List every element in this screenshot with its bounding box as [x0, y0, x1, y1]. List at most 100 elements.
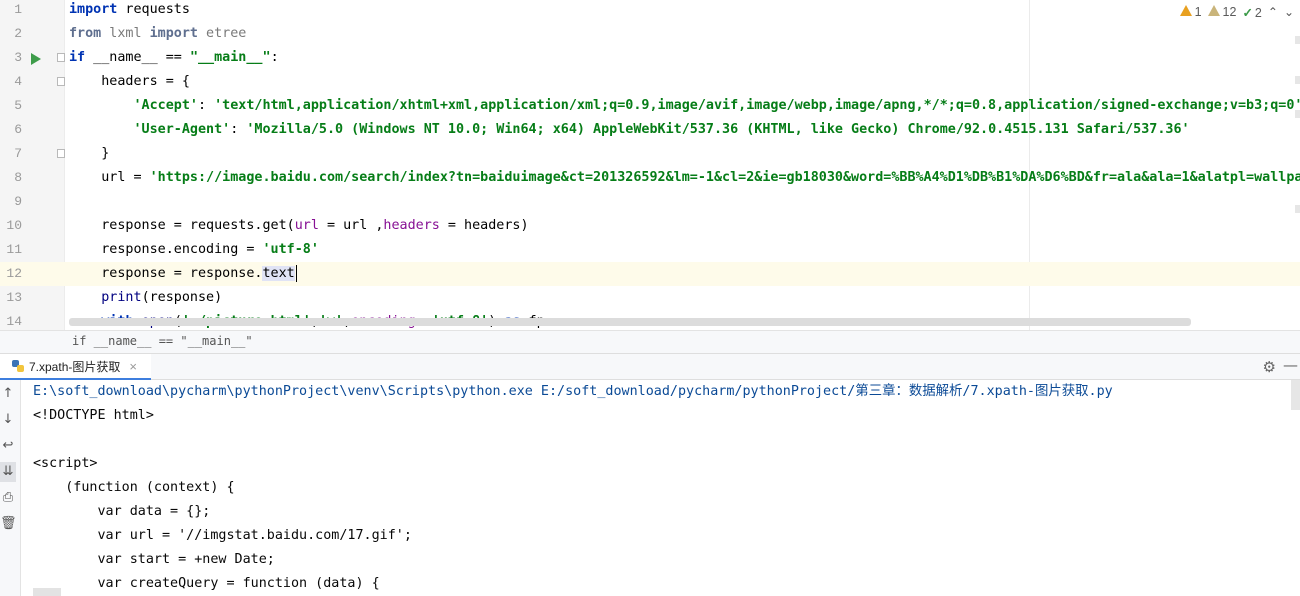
code-editor[interactable]: 1 import requests 2 from lxml import etree 3…	[0, 0, 1300, 330]
code-line[interactable]: 3 if __name__ == "__main__":	[0, 46, 1300, 70]
tab-run-config[interactable]: 7.xpath-图片获取 ×	[0, 354, 151, 380]
line-number[interactable]: 8	[0, 166, 22, 190]
code-line[interactable]: 11 response.encoding = 'utf-8'	[0, 238, 1300, 262]
warning-count: 1	[1194, 5, 1202, 19]
line-number[interactable]: 3	[0, 46, 22, 70]
close-icon[interactable]: ×	[129, 359, 137, 374]
code-text[interactable]: import requests	[69, 0, 190, 22]
rerun-up-icon[interactable]: ↑	[0, 384, 16, 404]
line-number[interactable]: 6	[0, 118, 22, 142]
python-file-icon	[12, 360, 24, 372]
breadcrumb[interactable]: if __name__ == "__main__"	[0, 330, 1300, 353]
print-icon[interactable]: ⎙	[0, 488, 16, 508]
code-token: = url ,	[318, 218, 384, 233]
code-token: = headers)	[439, 218, 529, 233]
console-command-line: E:\soft_download\pycharm\pythonProject\v…	[33, 384, 1113, 399]
run-toolwindow-header: 7.xpath-图片获取 × ⚙ —	[0, 353, 1300, 380]
code-token: "__main__"	[189, 50, 271, 65]
scroll-marker[interactable]	[1295, 36, 1300, 44]
line-number[interactable]: 4	[0, 70, 22, 94]
code-token: if	[69, 50, 86, 65]
line-number[interactable]: 1	[0, 0, 22, 22]
warning-indicator[interactable]: 1	[1179, 5, 1202, 19]
code-text[interactable]: from lxml import etree	[69, 22, 246, 46]
scroll-marker[interactable]	[1295, 76, 1300, 84]
console-output-line: var createQuery = function (data) {	[33, 576, 380, 591]
line-number[interactable]: 9	[0, 190, 22, 214]
code-text[interactable]: response.encoding = 'utf-8'	[69, 238, 319, 262]
line-number[interactable]: 13	[0, 286, 22, 310]
code-line[interactable]: 9	[0, 190, 1300, 214]
code-text[interactable]: if __name__ == "__main__":	[69, 46, 279, 70]
console-vertical-scrollbar[interactable]	[1291, 380, 1300, 410]
chevron-up-icon[interactable]: ⌃	[1268, 5, 1278, 19]
soft-wrap-icon[interactable]: ↩	[0, 436, 16, 456]
trash-icon[interactable]: 🗑	[0, 514, 17, 534]
code-text[interactable]: url = 'https://image.baidu.com/search/in…	[69, 166, 1300, 190]
code-token: 'text/html,application/xhtml+xml,applica…	[214, 98, 1300, 113]
console-toolbar: ↑ ↓ ↩ ⇊ ⎙ 🗑	[0, 380, 21, 596]
run-arrow-icon[interactable]	[31, 53, 41, 65]
fold-icon[interactable]	[57, 149, 65, 158]
minimize-icon[interactable]: —	[1283, 356, 1298, 374]
code-text[interactable]: }	[69, 142, 109, 166]
code-token: 'User-Agent'	[133, 122, 231, 137]
code-token: 'Mozilla/5.0 (Windows NT 10.0; Win64; x6…	[246, 122, 1190, 137]
line-number[interactable]: 2	[0, 22, 22, 46]
code-line[interactable]: 7 }	[0, 142, 1300, 166]
horizontal-scrollbar[interactable]	[69, 318, 1191, 326]
gear-icon[interactable]: ⚙	[1263, 358, 1276, 376]
code-text[interactable]: response = requests.get(url = url ,heade…	[69, 214, 529, 238]
line-number[interactable]: 5	[0, 94, 22, 118]
code-text[interactable]: print(response)	[69, 286, 222, 310]
scroll-to-end-icon[interactable]: ⇊	[0, 462, 16, 482]
down-arrow-icon[interactable]: ↓	[0, 410, 16, 430]
text-caret	[295, 264, 297, 282]
code-line[interactable]: 5 'Accept': 'text/html,application/xhtml…	[0, 94, 1300, 118]
code-text[interactable]: headers = {	[69, 70, 190, 94]
code-token: headers = {	[69, 74, 190, 89]
weak-warning-icon	[1207, 5, 1220, 16]
console-horizontal-scrollbar[interactable]	[33, 588, 61, 596]
code-line[interactable]: 1 import requests	[0, 0, 1300, 22]
code-token: :	[198, 98, 215, 113]
code-token: response.encoding =	[69, 242, 263, 257]
code-token: response = requests.get(	[69, 218, 295, 233]
typo-check-icon: ✓	[1242, 5, 1253, 20]
line-number[interactable]: 7	[0, 142, 22, 166]
code-token: url	[294, 218, 319, 233]
code-token: 'https://image.baidu.com/search/index?tn…	[149, 170, 1300, 185]
line-number[interactable]: 11	[0, 238, 22, 262]
line-number[interactable]: 12	[0, 262, 22, 286]
code-token: requests	[117, 2, 190, 17]
weak-warning-count: 12	[1222, 5, 1237, 19]
typo-indicator[interactable]: ✓ 2	[1242, 5, 1261, 20]
weak-warning-indicator[interactable]: 12	[1207, 5, 1237, 19]
code-line[interactable]: 2 from lxml import etree	[0, 22, 1300, 46]
fold-icon[interactable]	[57, 53, 65, 62]
code-token: response = response.	[69, 266, 263, 281]
fold-icon[interactable]	[57, 77, 65, 86]
warning-icon	[1179, 5, 1192, 16]
code-token: text	[262, 266, 295, 281]
code-line[interactable]: 4 headers = {	[0, 70, 1300, 94]
code-token: import	[149, 26, 198, 41]
chevron-down-icon[interactable]: ⌄	[1284, 5, 1294, 19]
scroll-marker[interactable]	[1295, 110, 1300, 118]
run-console[interactable]: ↑ ↓ ↩ ⇊ ⎙ 🗑 E:\soft_download\pycharm\pyt…	[0, 380, 1300, 596]
line-number[interactable]: 14	[0, 310, 22, 330]
code-text[interactable]: 'Accept': 'text/html,application/xhtml+x…	[69, 94, 1300, 118]
code-line[interactable]: 13 print(response)	[0, 286, 1300, 310]
code-line[interactable]: 6 'User-Agent': 'Mozilla/5.0 (Windows NT…	[0, 118, 1300, 142]
inspection-widget[interactable]: 1 12 ✓ 2 ⌃ ⌄	[1175, 3, 1294, 21]
code-text[interactable]: response = response.text	[69, 262, 297, 286]
code-line[interactable]: 10 response = requests.get(url = url ,he…	[0, 214, 1300, 238]
code-line[interactable]: 8 url = 'https://image.baidu.com/search/…	[0, 166, 1300, 190]
code-token: etree	[198, 26, 247, 41]
code-line[interactable]: 12 response = response.text	[0, 262, 1300, 286]
code-text[interactable]: 'User-Agent': 'Mozilla/5.0 (Windows NT 1…	[69, 118, 1190, 142]
scroll-marker[interactable]	[1295, 205, 1300, 213]
line-number[interactable]: 10	[0, 214, 22, 238]
